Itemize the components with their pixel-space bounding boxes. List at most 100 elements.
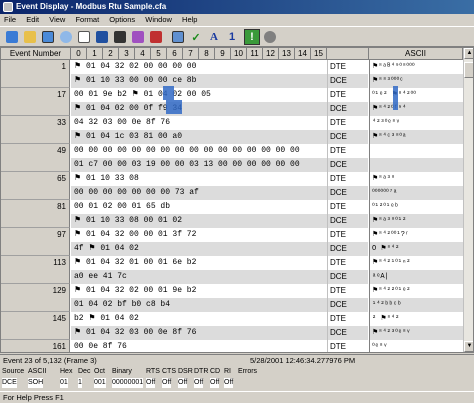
column-header-7[interactable]: 7	[183, 48, 199, 60]
hex-data-line[interactable]: ⚑ 01 10 33 08	[71, 172, 327, 186]
hex-data-line[interactable]: ⚑ 01 10 33 08 00 01 02	[71, 214, 327, 228]
hex-data-line[interactable]: ⚑ 01 04 32 02 00 00 00 00	[71, 60, 327, 74]
number-one-icon[interactable]: 1	[224, 29, 240, 45]
column-header-15[interactable]: 15	[311, 48, 327, 60]
menu-window[interactable]: Window	[141, 14, 176, 26]
event-number-cell[interactable]: 17	[1, 88, 70, 116]
ascii-data-line[interactable]: O ⚑⁸⁴²	[369, 242, 463, 256]
bookmark-icon[interactable]	[130, 29, 146, 45]
event-number-cell[interactable]: 33	[1, 116, 70, 144]
ascii-data-line[interactable]	[369, 144, 463, 158]
event-number-cell[interactable]: 65	[1, 172, 70, 200]
event-number-cell[interactable]: 1	[1, 60, 70, 88]
selected-ascii-highlight[interactable]	[393, 86, 398, 110]
selected-byte-highlight-2[interactable]	[166, 100, 182, 114]
column-header-3[interactable]: 3	[119, 48, 135, 60]
menu-edit[interactable]: Edit	[22, 14, 43, 26]
column-header-2[interactable]: 2	[103, 48, 119, 60]
menu-options[interactable]: Options	[105, 14, 139, 26]
hex-data-line[interactable]: b2 ⚑ 01 04 02	[71, 312, 327, 326]
ascii-data-line[interactable]: ⚑⁸⁴²⁰ᶠ⁹⁴	[369, 102, 463, 116]
column-header-4[interactable]: 4	[135, 48, 151, 60]
ascii-data-line[interactable]: ⁰⁰⁰⁰⁰⁰⁷ᵃ	[369, 186, 463, 200]
ascii-data-line[interactable]: ⁰¹²⁰¹ᵉᵇ	[369, 200, 463, 214]
clock-icon[interactable]	[58, 29, 74, 45]
column-header-1[interactable]: 1	[87, 48, 103, 60]
hex-data-line[interactable]: ⚑ 01 04 32 00 00 01 3f 72	[71, 228, 327, 242]
ascii-data-line[interactable]: ⚑⁸⁴ᶜ³⁸⁰ᵃ	[369, 130, 463, 144]
column-header-0[interactable]: 0	[71, 48, 87, 60]
event-number-cell[interactable]: 113	[1, 256, 70, 284]
ascii-data-line[interactable]: ² ⚑⁸⁴²	[369, 312, 463, 326]
event-number-cell[interactable]: 161	[1, 340, 70, 352]
scroll-down-icon[interactable]: ▼	[464, 341, 473, 352]
vertical-scrollbar[interactable]: ▲ ▼	[463, 48, 473, 352]
column-header-9[interactable]: 9	[215, 48, 231, 60]
book-icon[interactable]	[148, 29, 164, 45]
settings-icon[interactable]	[262, 29, 278, 45]
home-icon[interactable]	[4, 29, 20, 45]
hex-data-line[interactable]: 4f ⚑ 01 04 02	[71, 242, 327, 256]
column-header-11[interactable]: 11	[247, 48, 263, 60]
column-header-10[interactable]: 10	[231, 48, 247, 60]
event-number-header[interactable]: Event Number	[1, 48, 71, 60]
column-header-13[interactable]: 13	[279, 48, 295, 60]
ascii-data-line[interactable]: ⁰ᵉ⁸ᵛ	[369, 340, 463, 352]
ascii-data-line[interactable]: ⚑⁸⁴²²⁰¹ᵉ²	[369, 284, 463, 298]
window-icon[interactable]	[170, 29, 186, 45]
hex-data-line[interactable]: ⚑ 01 04 02 00 0f f9 34	[71, 102, 327, 116]
column-header-14[interactable]: 14	[295, 48, 311, 60]
column-header-8[interactable]: 8	[199, 48, 215, 60]
selected-byte-highlight[interactable]	[163, 86, 174, 100]
screen-icon[interactable]	[40, 29, 56, 45]
ascii-data-line[interactable]: ⚑⁸ᵃ³⁸	[369, 172, 463, 186]
column-header-6[interactable]: 6	[167, 48, 183, 60]
event-number-cell[interactable]: 129	[1, 284, 70, 312]
ascii-data-line[interactable]: ⚑⁸⁴²¹⁰¹ⁿ²	[369, 256, 463, 270]
hex-data-line[interactable]: 00 01 02 00 01 65 db	[71, 200, 327, 214]
ascii-header[interactable]: ASCII	[369, 48, 463, 60]
menu-help[interactable]: Help	[178, 14, 201, 26]
ascii-data-line[interactable]: ⚑⁸⁸³⁰⁰⁰ᶜ	[369, 74, 463, 88]
scroll-thumb[interactable]	[464, 62, 473, 78]
hex-data-line[interactable]: 00 00 00 00 00 00 00 73 af	[71, 186, 327, 200]
column-header-5[interactable]: 5	[151, 48, 167, 60]
menu-format[interactable]: Format	[71, 14, 103, 26]
users-icon[interactable]	[94, 29, 110, 45]
ascii-data-line[interactable]: ⚑⁸⁴²⁰⁰¹?ʳ	[369, 228, 463, 242]
column-header-12[interactable]: 12	[263, 48, 279, 60]
font-a-icon[interactable]: A	[206, 29, 222, 45]
ascii-data-line[interactable]	[369, 158, 463, 172]
hex-data-line[interactable]: 01 c7 00 00 03 19 00 00 03 13 00 00 00 0…	[71, 158, 327, 172]
hex-data-line[interactable]: 00 01 9e b2 ⚑ 01 04 02 00 05	[71, 88, 327, 102]
ascii-data-line[interactable]: ⁰¹ᵉ² ⚑⁸⁴²⁰⁰	[369, 88, 463, 102]
binoculars-icon[interactable]	[112, 29, 128, 45]
ascii-data-line[interactable]: ¹⁴²ᵇᵇᶜᵇ	[369, 298, 463, 312]
hex-data-line[interactable]: 01 04 02 bf b0 c8 b4	[71, 298, 327, 312]
event-number-cell[interactable]: 81	[1, 200, 70, 228]
hex-data-line[interactable]: 04 32 03 00 0e 8f 76	[71, 116, 327, 130]
hex-data-line[interactable]: ⚑ 01 10 33 00 00 00 ce 8b	[71, 74, 327, 88]
ascii-data-line[interactable]: ᵃᵉA|	[369, 270, 463, 284]
exclamation-icon[interactable]: !	[244, 29, 260, 45]
scroll-up-icon[interactable]: ▲	[464, 48, 473, 59]
event-number-cell[interactable]: 97	[1, 228, 70, 256]
event-number-cell[interactable]: 49	[1, 144, 70, 172]
ascii-data-line[interactable]: ⁴²³⁰ᵉ⁸ᵛ	[369, 116, 463, 130]
menu-file[interactable]: File	[0, 14, 20, 26]
hex-data-line[interactable]: ⚑ 01 04 32 01 00 01 6e b2	[71, 256, 327, 270]
ascii-data-line[interactable]: ⚑⁸ᵃᴮ⁴⁹⁰⁸⁰⁰⁰	[369, 60, 463, 74]
hex-data-line[interactable]: ⚑ 01 04 32 03 00 0e 8f 76	[71, 326, 327, 340]
document-icon[interactable]	[76, 29, 92, 45]
event-number-cell[interactable]: 145	[1, 312, 70, 340]
hex-data-line[interactable]: ⚑ 01 04 32 02 00 01 9e b2	[71, 284, 327, 298]
open-folder-icon[interactable]	[22, 29, 38, 45]
ascii-data-line[interactable]: ⚑⁸⁴²³⁰ᵉ⁸ᵛ	[369, 326, 463, 340]
hex-data-line[interactable]: a0 ee 41 7c	[71, 270, 327, 284]
hex-data-line[interactable]: 00 00 00 00 00 00 00 00 00 00 00 00 00 0…	[71, 144, 327, 158]
hex-data-line[interactable]: ⚑ 01 04 1c 03 81 00 a0	[71, 130, 327, 144]
hex-data-line[interactable]: 00 0e 8f 76	[71, 340, 327, 352]
checkmark-icon[interactable]: ✓	[188, 29, 204, 45]
ascii-data-line[interactable]: ⚑⁸ᵃ³⁸⁰¹²	[369, 214, 463, 228]
menu-view[interactable]: View	[45, 14, 69, 26]
